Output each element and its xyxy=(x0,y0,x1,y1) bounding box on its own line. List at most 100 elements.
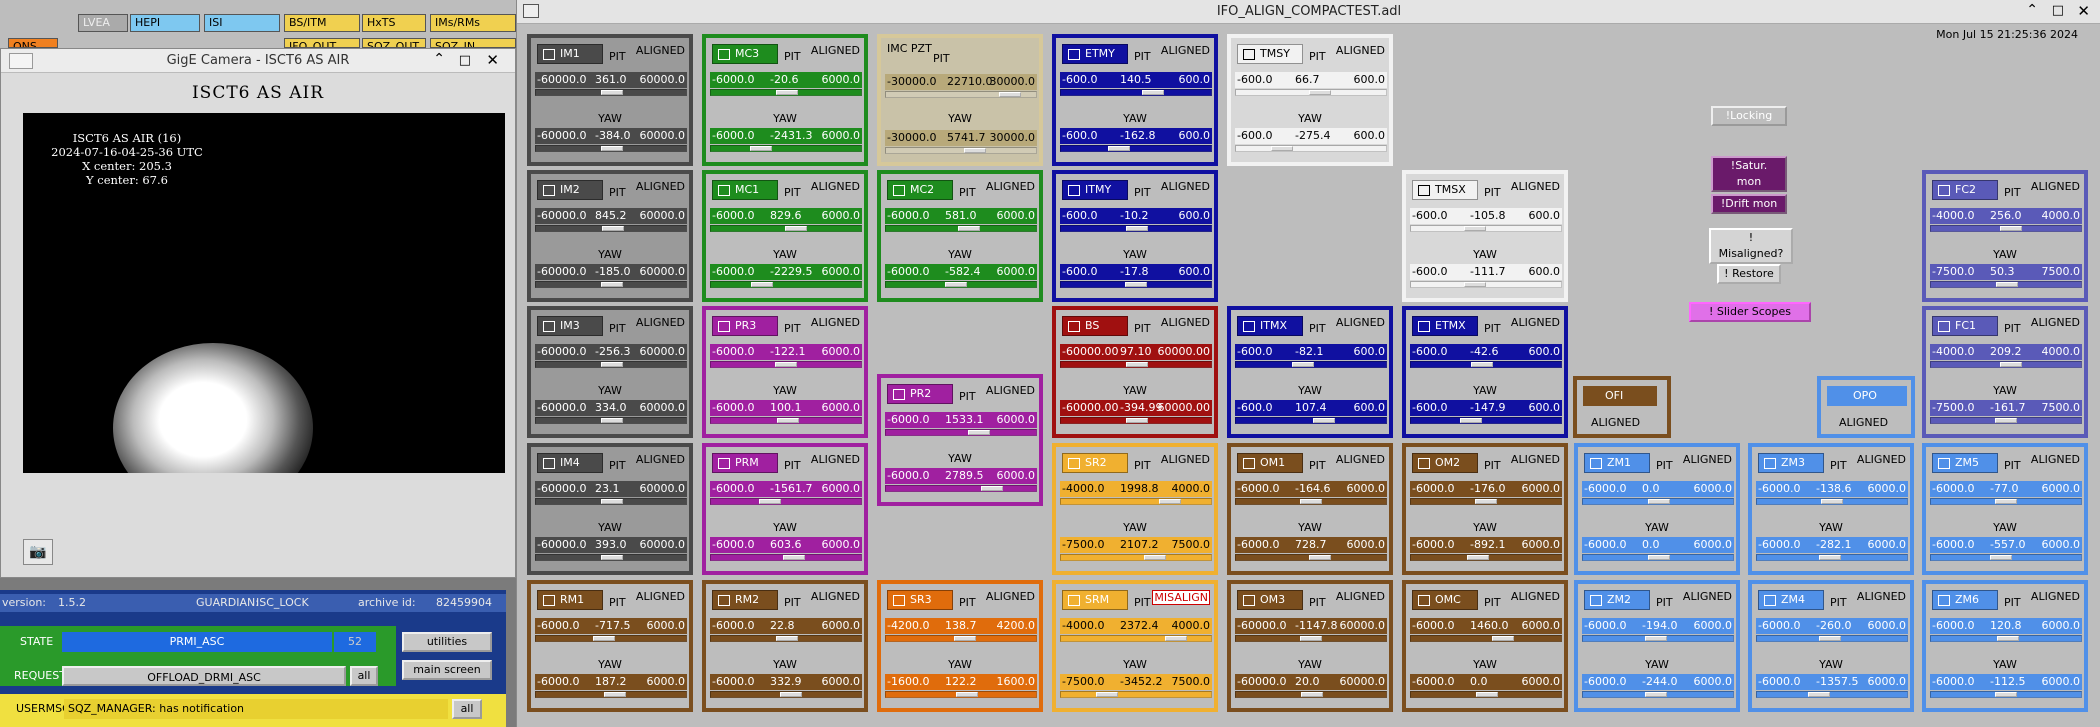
optic-name-button[interactable]: SR3 xyxy=(887,590,953,610)
pit-slider[interactable] xyxy=(535,89,687,96)
slider-knob[interactable] xyxy=(1096,692,1119,697)
yaw-slider[interactable] xyxy=(1756,691,1908,698)
pit-slider[interactable] xyxy=(1930,225,2082,232)
optic-name-button[interactable]: FC1 xyxy=(1932,316,1998,336)
toolbar-ons[interactable]: ONS xyxy=(8,38,58,48)
yaw-slider[interactable] xyxy=(535,281,687,288)
yaw-slider[interactable] xyxy=(1582,691,1734,698)
slider-knob[interactable] xyxy=(774,362,797,367)
slider-knob[interactable] xyxy=(953,636,976,641)
yaw-slider[interactable] xyxy=(1410,417,1562,424)
optic-name-button[interactable]: ZM4 xyxy=(1758,590,1824,610)
locking-button[interactable]: !Locking xyxy=(1711,106,1787,126)
slider-knob[interactable] xyxy=(1819,555,1842,560)
slider-knob[interactable] xyxy=(956,692,979,697)
yaw-slider[interactable] xyxy=(710,417,862,424)
pit-slider[interactable] xyxy=(1582,635,1734,642)
slider-knob[interactable] xyxy=(1165,636,1187,641)
slider-knob[interactable] xyxy=(1994,499,2017,504)
slider-knob[interactable] xyxy=(1464,282,1487,287)
optic-name-button[interactable]: ZM6 xyxy=(1932,590,1998,610)
optic-name-button[interactable]: ETMX xyxy=(1412,316,1478,336)
optic-name-button[interactable]: IM4 xyxy=(537,453,603,473)
slider-knob[interactable] xyxy=(1994,692,2017,697)
slider-knob[interactable] xyxy=(1271,146,1294,151)
usermsg-all-button[interactable]: all xyxy=(452,699,482,719)
pit-slider[interactable] xyxy=(710,361,862,368)
pit-slider[interactable] xyxy=(885,91,1037,98)
optic-name-button[interactable]: OM3 xyxy=(1237,590,1303,610)
slider-knob[interactable] xyxy=(601,555,623,560)
slider-knob[interactable] xyxy=(1126,226,1148,231)
optic-name-button[interactable]: ZM2 xyxy=(1584,590,1650,610)
pit-slider[interactable] xyxy=(1060,498,1212,505)
yaw-slider[interactable] xyxy=(1060,145,1212,152)
yaw-slider[interactable] xyxy=(885,691,1037,698)
pit-slider[interactable] xyxy=(710,225,862,232)
slider-knob[interactable] xyxy=(1997,636,2020,641)
slider-knob[interactable] xyxy=(1648,499,1670,504)
yaw-slider[interactable] xyxy=(1235,691,1387,698)
slider-knob[interactable] xyxy=(601,418,623,423)
pit-slider[interactable] xyxy=(535,225,687,232)
slider-knob[interactable] xyxy=(1466,555,1489,560)
pit-slider[interactable] xyxy=(1930,498,2082,505)
optic-name-button[interactable]: PRM xyxy=(712,453,778,473)
pit-slider[interactable] xyxy=(1060,361,1212,368)
yaw-slider[interactable] xyxy=(1235,554,1387,561)
yaw-slider[interactable] xyxy=(1060,281,1212,288)
optic-name-button[interactable]: FC2 xyxy=(1932,180,1998,200)
slider-knob[interactable] xyxy=(1124,282,1147,287)
request-select[interactable]: OFFLOAD_DRMI_ASC xyxy=(62,666,346,686)
pit-slider[interactable] xyxy=(1060,635,1212,642)
close-icon[interactable]: ✕ xyxy=(486,51,499,69)
slider-knob[interactable] xyxy=(980,486,1003,491)
yaw-slider[interactable] xyxy=(1756,554,1908,561)
slider-knob[interactable] xyxy=(601,146,623,151)
toolbar-isi[interactable]: ISI xyxy=(204,14,280,32)
slider-knob[interactable] xyxy=(1645,692,1668,697)
optic-name-button[interactable]: PR3 xyxy=(712,316,778,336)
slider-knob[interactable] xyxy=(601,90,623,95)
optic-name-button[interactable]: RM2 xyxy=(712,590,778,610)
pit-slider[interactable] xyxy=(1410,498,1562,505)
toolbar-hxts[interactable]: HxTS xyxy=(362,14,426,32)
optic-name-button[interactable]: OMC xyxy=(1412,590,1478,610)
pit-slider[interactable] xyxy=(535,361,687,368)
slider-knob[interactable] xyxy=(602,226,625,231)
yaw-slider[interactable] xyxy=(710,554,862,561)
slider-knob[interactable] xyxy=(779,692,802,697)
slider-knob[interactable] xyxy=(776,90,798,95)
slider-knob[interactable] xyxy=(777,418,800,423)
pit-slider[interactable] xyxy=(1582,498,1734,505)
slider-knob[interactable] xyxy=(1299,636,1322,641)
slider-knob[interactable] xyxy=(1470,362,1493,367)
slider-knob[interactable] xyxy=(1460,418,1483,423)
pit-slider[interactable] xyxy=(1235,89,1387,96)
slider-knob[interactable] xyxy=(1989,555,2012,560)
slider-knob[interactable] xyxy=(751,282,774,287)
slider-knob[interactable] xyxy=(1464,226,1487,231)
slider-knob[interactable] xyxy=(1820,499,1843,504)
drift-monitor-button[interactable]: !Drift mon xyxy=(1711,194,1787,214)
pit-slider[interactable] xyxy=(535,498,687,505)
yaw-slider[interactable] xyxy=(1410,554,1562,561)
optic-name-button[interactable]: ZM5 xyxy=(1932,453,1998,473)
slider-knob[interactable] xyxy=(782,555,805,560)
minimize-icon[interactable]: ⌃ xyxy=(433,51,445,67)
slider-knob[interactable] xyxy=(785,226,808,231)
request-all-button[interactable]: all xyxy=(350,666,378,686)
slider-knob[interactable] xyxy=(999,92,1022,97)
yaw-slider[interactable] xyxy=(1930,281,2082,288)
optic-name-button[interactable]: ZM1 xyxy=(1584,453,1650,473)
optic-name-button[interactable]: IM2 xyxy=(537,180,603,200)
slider-knob[interactable] xyxy=(593,636,616,641)
pit-slider[interactable] xyxy=(1410,361,1562,368)
pit-slider[interactable] xyxy=(710,89,862,96)
slider-knob[interactable] xyxy=(1299,499,1322,504)
utilities-button[interactable]: utilities xyxy=(402,632,492,652)
optic-name-button[interactable]: RM1 xyxy=(537,590,603,610)
slider-knob[interactable] xyxy=(1999,226,2022,231)
pit-slider[interactable] xyxy=(1060,225,1212,232)
slider-knob[interactable] xyxy=(1107,146,1130,151)
